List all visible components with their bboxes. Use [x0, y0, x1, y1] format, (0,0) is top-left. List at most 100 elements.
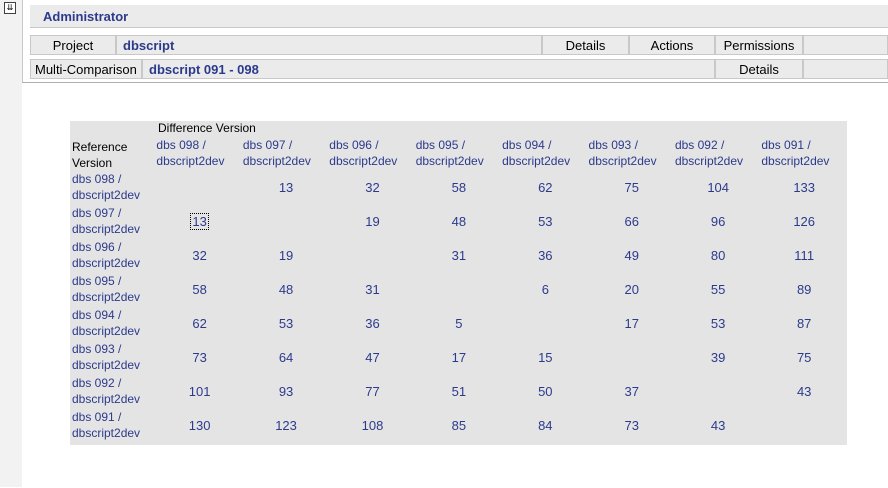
- row-header-link[interactable]: dbs 097 / dbscript2dev: [70, 205, 156, 239]
- diff-count-link[interactable]: 53: [279, 316, 293, 331]
- diff-count-link[interactable]: 62: [192, 316, 206, 331]
- diff-cell[interactable]: 77: [329, 375, 415, 409]
- comparison-details-button[interactable]: Details: [715, 59, 803, 79]
- diff-count-link[interactable]: 36: [538, 248, 552, 263]
- diff-cell[interactable]: 87: [761, 307, 847, 341]
- diff-cell[interactable]: 53: [675, 307, 761, 341]
- diff-count-link[interactable]: 58: [452, 180, 466, 195]
- project-link[interactable]: dbscript: [116, 35, 542, 55]
- diff-count-link[interactable]: 19: [279, 248, 293, 263]
- diff-count-link[interactable]: 32: [365, 180, 379, 195]
- diff-cell[interactable]: 93: [243, 375, 329, 409]
- project-details-button[interactable]: Details: [542, 35, 629, 55]
- diff-count-link[interactable]: 47: [365, 350, 379, 365]
- diff-count-link[interactable]: 13: [190, 213, 209, 230]
- diff-cell[interactable]: 62: [156, 307, 242, 341]
- diff-cell[interactable]: 133: [761, 171, 847, 205]
- diff-cell[interactable]: 75: [589, 171, 675, 205]
- row-header-link[interactable]: dbs 093 / dbscript2dev: [70, 341, 156, 375]
- diff-cell[interactable]: 80: [675, 239, 761, 273]
- diff-count-link[interactable]: 75: [625, 180, 639, 195]
- project-actions-button[interactable]: Actions: [629, 35, 715, 55]
- diff-count-link[interactable]: 111: [794, 248, 814, 263]
- column-header-link[interactable]: dbs 095 / dbscript2dev: [416, 137, 502, 171]
- diff-count-link[interactable]: 53: [711, 316, 725, 331]
- column-header-link[interactable]: dbs 097 / dbscript2dev: [243, 137, 329, 171]
- project-permissions-button[interactable]: Permissions: [715, 35, 803, 55]
- diff-cell[interactable]: 53: [243, 307, 329, 341]
- diff-cell[interactable]: 58: [156, 273, 242, 307]
- diff-cell[interactable]: 6: [502, 273, 588, 307]
- diff-count-link[interactable]: 53: [538, 214, 552, 229]
- diff-count-link[interactable]: 126: [793, 214, 815, 229]
- diff-cell[interactable]: 31: [329, 273, 415, 307]
- diff-count-link[interactable]: 43: [711, 418, 725, 433]
- diff-cell[interactable]: 13: [243, 171, 329, 205]
- diff-count-link[interactable]: 130: [189, 418, 211, 433]
- diff-cell[interactable]: 108: [329, 409, 415, 443]
- diff-cell[interactable]: 36: [329, 307, 415, 341]
- diff-count-link[interactable]: 93: [279, 384, 293, 399]
- diff-count-link[interactable]: 58: [192, 282, 206, 297]
- column-header-link[interactable]: dbs 098 / dbscript2dev: [156, 137, 242, 171]
- diff-count-link[interactable]: 43: [797, 384, 811, 399]
- diff-count-link[interactable]: 55: [711, 282, 725, 297]
- comparison-link[interactable]: dbscript 091 - 098: [142, 59, 715, 79]
- diff-cell[interactable]: 20: [589, 273, 675, 307]
- diff-count-link[interactable]: 32: [192, 248, 206, 263]
- diff-count-link[interactable]: 89: [797, 282, 811, 297]
- diff-count-link[interactable]: 51: [452, 384, 466, 399]
- diff-count-link[interactable]: 48: [452, 214, 466, 229]
- column-header-link[interactable]: dbs 091 / dbscript2dev: [761, 137, 847, 171]
- diff-cell[interactable]: 73: [589, 409, 675, 443]
- diff-cell[interactable]: 15: [502, 341, 588, 375]
- diff-count-link[interactable]: 20: [625, 282, 639, 297]
- diff-count-link[interactable]: 39: [711, 350, 725, 365]
- diff-cell[interactable]: 53: [502, 205, 588, 239]
- diff-cell[interactable]: 32: [329, 171, 415, 205]
- diff-count-link[interactable]: 36: [365, 316, 379, 331]
- diff-count-link[interactable]: 50: [538, 384, 552, 399]
- diff-cell[interactable]: 130: [156, 409, 242, 443]
- diff-cell[interactable]: 17: [416, 341, 502, 375]
- row-header-link[interactable]: dbs 095 / dbscript2dev: [70, 273, 156, 307]
- row-header-link[interactable]: dbs 096 / dbscript2dev: [70, 239, 156, 273]
- diff-cell[interactable]: 111: [761, 239, 847, 273]
- diff-count-link[interactable]: 64: [279, 350, 293, 365]
- diff-cell[interactable]: 5: [416, 307, 502, 341]
- diff-count-link[interactable]: 123: [275, 418, 297, 433]
- diff-cell[interactable]: 19: [243, 239, 329, 273]
- diff-count-link[interactable]: 31: [452, 248, 466, 263]
- diff-cell[interactable]: 43: [761, 375, 847, 409]
- diff-count-link[interactable]: 77: [365, 384, 379, 399]
- diff-count-link[interactable]: 13: [279, 180, 293, 195]
- diff-cell[interactable]: 73: [156, 341, 242, 375]
- diff-cell[interactable]: 66: [589, 205, 675, 239]
- column-header-link[interactable]: dbs 093 / dbscript2dev: [589, 137, 675, 171]
- diff-count-link[interactable]: 85: [452, 418, 466, 433]
- diff-count-link[interactable]: 84: [538, 418, 552, 433]
- row-header-link[interactable]: dbs 094 / dbscript2dev: [70, 307, 156, 341]
- diff-count-link[interactable]: 15: [538, 350, 552, 365]
- diff-cell[interactable]: 62: [502, 171, 588, 205]
- diff-cell[interactable]: 31: [416, 239, 502, 273]
- diff-count-link[interactable]: 87: [797, 316, 811, 331]
- diff-cell[interactable]: 50: [502, 375, 588, 409]
- diff-count-link[interactable]: 37: [625, 384, 639, 399]
- diff-cell[interactable]: 123: [243, 409, 329, 443]
- diff-count-link[interactable]: 73: [192, 350, 206, 365]
- diff-count-link[interactable]: 96: [711, 214, 725, 229]
- diff-cell[interactable]: 55: [675, 273, 761, 307]
- diff-cell[interactable]: 43: [675, 409, 761, 443]
- diff-count-link[interactable]: 80: [711, 248, 725, 263]
- diff-count-link[interactable]: 133: [793, 180, 815, 195]
- diff-cell[interactable]: 19: [329, 205, 415, 239]
- diff-cell[interactable]: 85: [416, 409, 502, 443]
- row-header-link[interactable]: dbs 098 / dbscript2dev: [70, 171, 156, 205]
- diff-count-link[interactable]: 5: [455, 316, 462, 331]
- diff-count-link[interactable]: 48: [279, 282, 293, 297]
- diff-count-link[interactable]: 17: [625, 316, 639, 331]
- diff-count-link[interactable]: 108: [362, 418, 384, 433]
- column-header-link[interactable]: dbs 092 / dbscript2dev: [675, 137, 761, 171]
- diff-cell[interactable]: 13: [156, 205, 242, 239]
